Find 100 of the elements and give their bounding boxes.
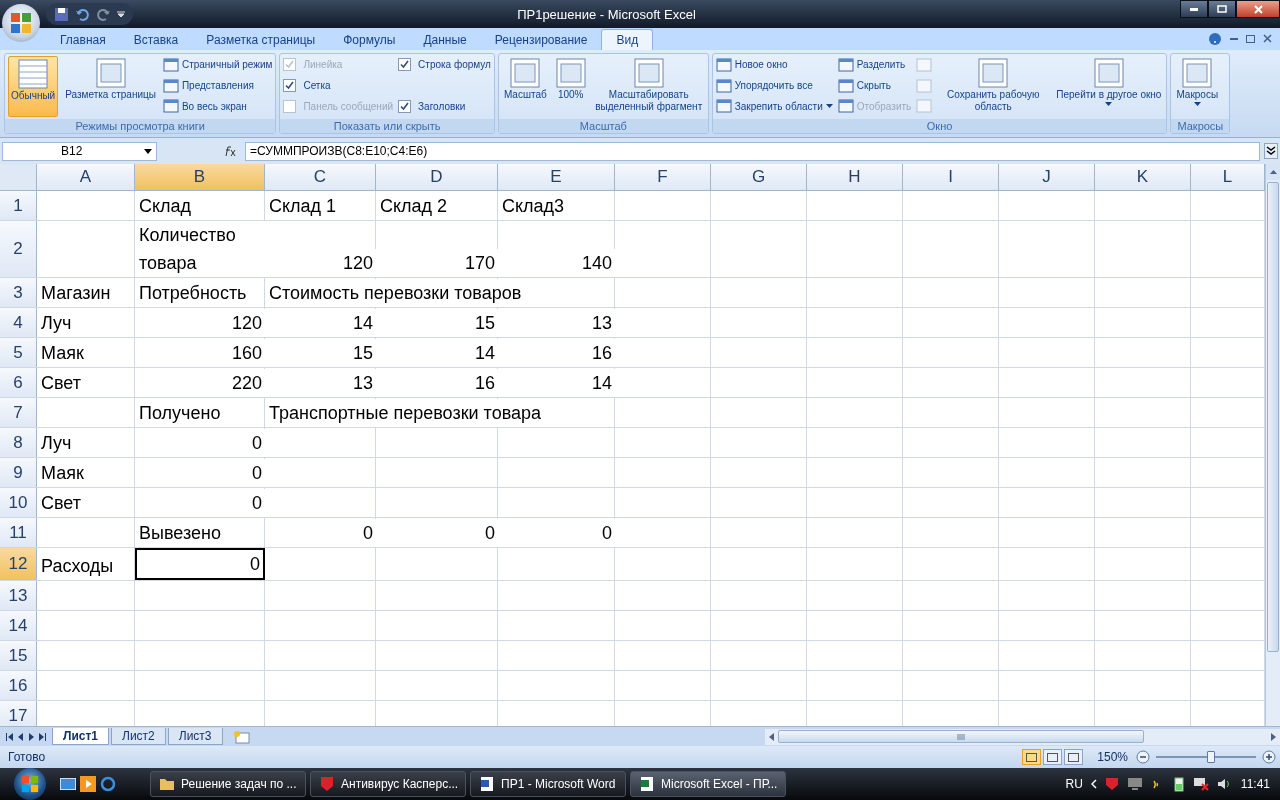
sheet-tab[interactable]: Лист2 <box>111 728 166 746</box>
column-header[interactable]: I <box>903 164 999 192</box>
close-button[interactable] <box>1236 0 1280 18</box>
row-header[interactable]: 17 <box>0 701 37 727</box>
zoom-level[interactable]: 150% <box>1083 750 1136 765</box>
maximize-button[interactable] <box>1208 0 1236 18</box>
column-header[interactable]: K <box>1095 164 1191 192</box>
ribbon-tab[interactable]: Рецензирование <box>480 29 602 50</box>
taskbar-button[interactable]: Антивирус Касперс... <box>310 771 466 797</box>
chevron-icon[interactable] <box>1090 779 1097 789</box>
row-header[interactable]: 7 <box>0 398 37 428</box>
row-header[interactable]: 13 <box>0 581 37 611</box>
save-icon[interactable] <box>54 6 69 22</box>
column-header[interactable]: L <box>1191 164 1265 192</box>
view-button[interactable] <box>1022 749 1042 766</box>
network-error-icon[interactable] <box>1192 777 1209 791</box>
previous-sheet-icon[interactable] <box>17 732 24 741</box>
ribbon-button[interactable]: Перейти в другое окно <box>1054 55 1164 118</box>
ribbon-button[interactable]: Масштаб <box>501 55 549 118</box>
row-header[interactable]: 2 <box>0 221 37 278</box>
monitor-icon[interactable] <box>1126 777 1143 791</box>
ribbon-button[interactable]: Масштабировать выделенный фрагмент <box>592 55 705 118</box>
column-header[interactable]: A <box>37 164 135 192</box>
row-header[interactable]: 11 <box>0 518 37 548</box>
redo-icon[interactable] <box>96 6 111 22</box>
taskbar-button[interactable]: Решение задач по ... <box>150 771 306 797</box>
column-header[interactable]: H <box>807 164 903 192</box>
row-header[interactable]: 12 <box>0 548 37 581</box>
ribbon-tab[interactable]: Формулы <box>329 29 410 50</box>
row-header[interactable]: 5 <box>0 338 37 368</box>
column-header[interactable]: B <box>135 164 265 192</box>
shield-icon[interactable] <box>1104 777 1119 791</box>
row-header[interactable]: 16 <box>0 671 37 701</box>
row-header[interactable]: 14 <box>0 611 37 641</box>
ribbon-button[interactable]: Новое окно <box>715 57 833 72</box>
ribbon-button[interactable]: 100% <box>553 55 588 118</box>
taskbar-button[interactable]: ПР1 - Microsoft Word <box>470 771 626 797</box>
vertical-scrollbar[interactable] <box>1265 164 1280 727</box>
ribbon-button[interactable]: Разделить <box>837 57 912 72</box>
column-header[interactable]: D <box>376 164 498 192</box>
column-header[interactable]: J <box>999 164 1095 192</box>
ribbon-checkbox[interactable]: Сетка <box>283 79 394 93</box>
expand-icon[interactable] <box>1264 143 1278 160</box>
row-header[interactable]: 1 <box>0 191 37 221</box>
minimize-icon[interactable] <box>1230 37 1238 40</box>
ribbon-button[interactable]: Макросы <box>1174 55 1221 118</box>
ribbon-button[interactable]: Разметка страницы <box>63 55 158 118</box>
browser-icon[interactable] <box>100 776 116 792</box>
ribbon-button[interactable]: Сохранить рабочую область <box>937 55 1050 118</box>
start-button[interactable] <box>14 768 46 800</box>
horizontal-scrollbar[interactable] <box>765 728 1280 745</box>
row-header[interactable]: 9 <box>0 458 37 488</box>
ribbon-button[interactable]: Скрыть <box>837 78 912 93</box>
ribbon-button[interactable]: Закрепить области <box>715 99 833 114</box>
next-sheet-icon[interactable] <box>28 732 35 741</box>
row-header[interactable]: 15 <box>0 641 37 671</box>
formula-field[interactable]: =СУММПРОИЗВ(C8:E10;C4:E6) <box>245 141 1260 161</box>
clock[interactable]: 11:41 <box>1240 777 1270 791</box>
ribbon-checkbox[interactable]: Заголовки <box>398 100 491 114</box>
office-button[interactable] <box>2 4 40 42</box>
scroll-left-icon[interactable] <box>769 732 774 741</box>
row-header[interactable]: 8 <box>0 428 37 458</box>
scroll-right-icon[interactable] <box>1271 732 1276 741</box>
ribbon-checkbox[interactable]: Строка формул <box>398 57 491 71</box>
desktop-icon[interactable] <box>60 778 76 790</box>
ribbon-button[interactable]: Во весь экран <box>162 99 273 114</box>
ribbon-tab[interactable]: Главная <box>46 29 120 50</box>
first-sheet-icon[interactable] <box>6 732 13 741</box>
ribbon-button[interactable]: Страничный режим <box>162 57 273 72</box>
battery-icon[interactable] <box>1172 776 1185 792</box>
help-icon[interactable] <box>1208 31 1222 46</box>
sheet-tab[interactable]: Лист3 <box>167 728 223 746</box>
name-box[interactable]: B12 <box>2 141 157 161</box>
view-button[interactable] <box>1064 749 1084 766</box>
ribbon-tab[interactable]: Данные <box>409 29 481 50</box>
row-header[interactable]: 6 <box>0 368 37 398</box>
ribbon-tab[interactable]: Вид <box>601 28 654 50</box>
language-indicator[interactable]: RU <box>1065 777 1083 791</box>
caret-icon[interactable] <box>117 11 125 17</box>
column-header[interactable]: C <box>265 164 376 192</box>
scroll-up-icon[interactable] <box>1269 170 1277 175</box>
ribbon-button[interactable]: Представления <box>162 78 273 93</box>
zoom-out-icon[interactable] <box>1136 750 1150 765</box>
restore-icon[interactable] <box>1246 34 1255 43</box>
view-button[interactable] <box>1043 749 1063 766</box>
row-header[interactable]: 3 <box>0 278 37 308</box>
column-header[interactable]: E <box>498 164 615 192</box>
taskbar-button[interactable]: Microsoft Excel - ПР... <box>630 771 786 797</box>
column-header[interactable]: F <box>615 164 711 192</box>
ribbon-button[interactable]: Упорядочить все <box>715 78 833 93</box>
ribbon-button[interactable]: Обычный <box>8 55 59 118</box>
zoom-in-icon[interactable] <box>1262 750 1276 765</box>
undo-icon[interactable] <box>75 6 90 22</box>
row-header[interactable]: 4 <box>0 308 37 338</box>
close-icon[interactable] <box>1263 34 1272 44</box>
ribbon-tab[interactable]: Вставка <box>119 29 193 50</box>
function-icon[interactable] <box>223 145 237 158</box>
selected-cell[interactable]: 0 <box>135 548 265 581</box>
last-sheet-icon[interactable] <box>39 732 46 741</box>
minimize-button[interactable] <box>1180 0 1208 18</box>
